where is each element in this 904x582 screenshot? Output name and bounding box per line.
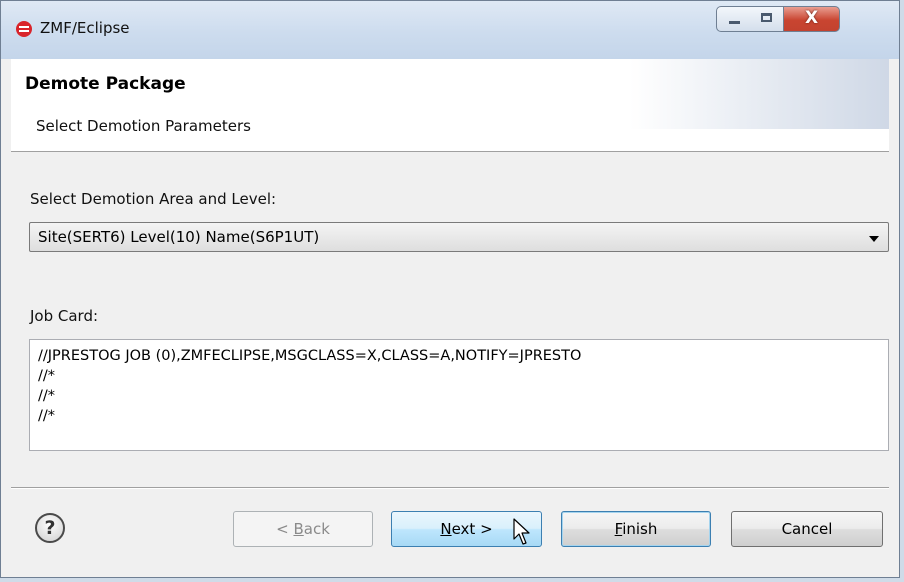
- header-banner-graphic: [629, 59, 889, 129]
- chevron-down-icon[interactable]: [869, 236, 879, 242]
- minimize-button[interactable]: [716, 6, 752, 32]
- maximize-button[interactable]: [751, 6, 784, 32]
- back-button[interactable]: < Back: [233, 511, 373, 547]
- next-button-mnemonic: N: [440, 520, 452, 538]
- job-card-textarea[interactable]: //JPRESTOG JOB (0),ZMFECLIPSE,MSGCLASS=X…: [29, 339, 889, 451]
- title-bar[interactable]: ZMF/Eclipse X: [1, 1, 899, 59]
- minimize-icon: [729, 21, 740, 24]
- dialog-window: ZMF/Eclipse X Demote Package Select Demo…: [0, 0, 900, 578]
- job-card-label: Job Card:: [30, 307, 99, 325]
- help-icon[interactable]: ?: [35, 513, 65, 543]
- job-card-line: //*: [38, 388, 56, 404]
- finish-button-label: inish: [622, 520, 658, 538]
- job-card-line: //JPRESTOG JOB (0),ZMFECLIPSE,MSGCLASS=X…: [38, 348, 582, 364]
- finish-button[interactable]: Finish: [561, 511, 711, 547]
- close-icon: X: [804, 8, 819, 28]
- back-button-prefix: <: [276, 520, 294, 538]
- close-button[interactable]: X: [784, 6, 840, 32]
- page-subtitle: Select Demotion Parameters: [36, 117, 251, 135]
- next-button-label: ext >: [451, 520, 493, 538]
- back-button-mnemonic: B: [293, 520, 304, 538]
- demotion-area-select[interactable]: Site(SERT6) Level(10) Name(S6P1UT): [29, 222, 889, 252]
- maximize-icon: [761, 13, 772, 22]
- wizard-header: Demote Package Select Demotion Parameter…: [11, 59, 889, 152]
- dialog-content: Demote Package Select Demotion Parameter…: [11, 59, 889, 577]
- cancel-button[interactable]: Cancel: [731, 511, 883, 547]
- job-card-line: //*: [38, 368, 56, 384]
- window-title: ZMF/Eclipse: [40, 19, 130, 37]
- button-bar-divider: [11, 487, 889, 489]
- demotion-area-label: Select Demotion Area and Level:: [30, 190, 277, 208]
- zmf-eclipse-icon: [16, 21, 32, 37]
- demotion-area-value: Site(SERT6) Level(10) Name(S6P1UT): [38, 228, 320, 246]
- back-button-label: ack: [303, 520, 330, 538]
- job-card-line: //*: [38, 408, 56, 424]
- mouse-pointer-icon: [513, 518, 530, 545]
- page-title: Demote Package: [25, 74, 186, 94]
